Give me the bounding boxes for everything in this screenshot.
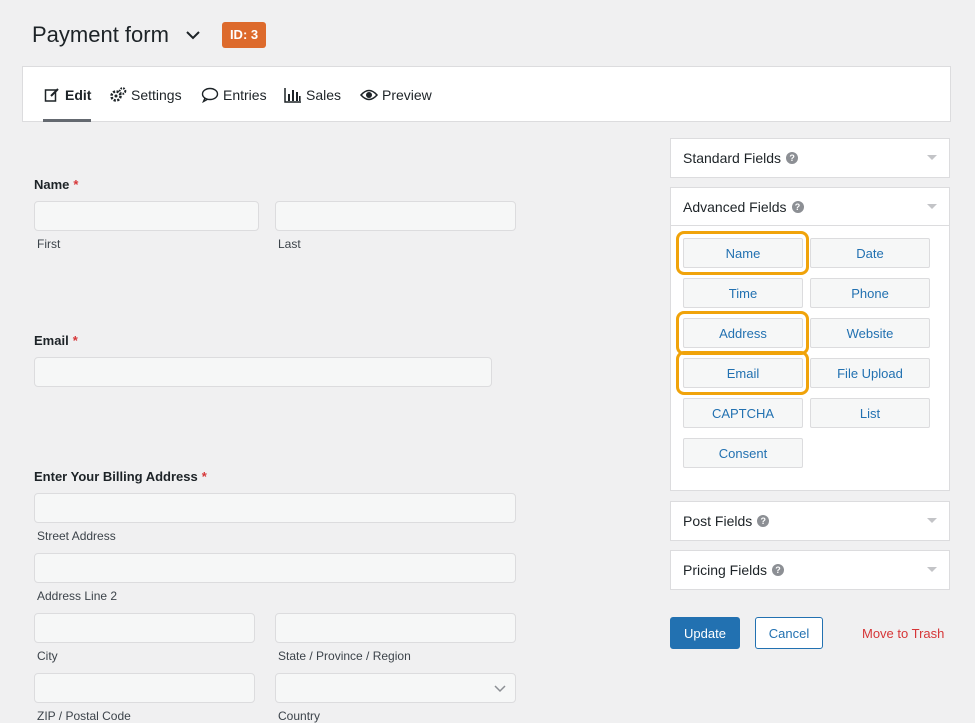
tab-sales-label: Sales [306,86,342,103]
last-sublabel: Last [278,237,301,251]
email-label-text: Email [34,333,69,348]
cancel-button[interactable]: Cancel [755,617,823,649]
zip-sublabel: ZIP / Postal Code [37,709,131,723]
title-row: Payment form ID: 3 [32,20,267,50]
move-to-trash-link[interactable]: Move to Trash [862,626,944,641]
email-field-label: Email * [34,333,78,348]
required-marker: * [72,333,78,348]
update-button[interactable]: Update [670,617,740,649]
help-icon[interactable]: ? [786,152,799,164]
tab-settings-label: Settings [131,86,182,103]
first-sublabel: First [37,237,61,251]
gear-icon [109,86,127,104]
comment-icon [201,86,219,104]
chevron-down-icon [493,681,507,695]
add-list-field-button[interactable]: List [810,398,930,428]
state-sublabel: State / Province / Region [278,649,411,663]
standard-fields-header[interactable]: Standard Fields ? [671,139,949,177]
help-icon[interactable]: ? [757,515,770,527]
pricing-fields-panel[interactable]: Pricing Fields ? [670,550,950,590]
line2-sublabel: Address Line 2 [37,589,118,603]
address-line2-input[interactable] [34,553,516,583]
required-marker: * [73,177,79,192]
pricing-fields-title: Pricing Fields [683,562,768,578]
city-sublabel: City [37,649,58,663]
add-consent-field-button[interactable]: Consent [683,438,803,468]
help-icon[interactable]: ? [791,200,804,213]
eye-icon [360,86,378,104]
post-fields-panel[interactable]: Post Fields ? [670,501,950,541]
email-input[interactable] [34,357,492,387]
address-field-label: Enter Your Billing Address * [34,469,207,484]
address-label-text: Enter Your Billing Address [34,469,198,484]
tab-edit[interactable]: Edit [43,67,92,122]
caret-down-icon [927,518,937,523]
required-marker: * [201,469,207,484]
name-field-label: Name * [34,177,78,192]
add-name-field-button[interactable]: Name [683,238,803,268]
state-input[interactable] [275,613,516,643]
standard-fields-title: Standard Fields [683,150,782,166]
tab-entries[interactable]: Entries [201,67,267,122]
standard-fields-panel[interactable]: Standard Fields ? [670,138,950,178]
tab-settings[interactable]: Settings [109,67,182,122]
form-tabs: Edit Settings Entries Sales Preview [22,66,951,122]
add-email-field-button[interactable]: Email [683,358,803,388]
add-time-field-button[interactable]: Time [683,278,803,308]
page-title: Payment form [32,22,169,47]
advanced-fields-title: Advanced Fields [683,198,787,215]
street-address-input[interactable] [34,493,516,523]
post-fields-title: Post Fields [683,513,753,529]
zip-input[interactable] [34,673,255,703]
tab-entries-label: Entries [223,86,267,103]
advanced-fields-header[interactable]: Advanced Fields ? [671,188,949,226]
tab-sales[interactable]: Sales [284,67,341,122]
last-name-input[interactable] [275,201,516,231]
caret-down-icon [927,204,937,209]
help-icon[interactable]: ? [772,564,785,576]
form-id-badge: ID: 3 [221,22,267,48]
tab-preview[interactable]: Preview [360,67,432,122]
tab-edit-label: Edit [65,86,92,103]
add-file-upload-field-button[interactable]: File Upload [810,358,930,388]
add-phone-field-button[interactable]: Phone [810,278,930,308]
name-label-text: Name [34,177,70,192]
street-sublabel: Street Address [37,529,116,543]
post-fields-header[interactable]: Post Fields ? [671,502,949,540]
chevron-down-icon[interactable] [185,27,201,43]
bar-chart-icon [284,86,302,104]
tab-preview-label: Preview [382,86,432,103]
country-sublabel: Country [278,709,321,723]
city-input[interactable] [34,613,255,643]
add-address-field-button[interactable]: Address [683,318,803,348]
add-captcha-field-button[interactable]: CAPTCHA [683,398,803,428]
caret-down-icon [927,567,937,572]
advanced-fields-panel: Advanced Fields ? Name Date Time Phone A… [670,187,950,491]
pricing-fields-header[interactable]: Pricing Fields ? [671,551,949,589]
add-website-field-button[interactable]: Website [810,318,930,348]
country-select[interactable] [275,673,516,703]
first-name-input[interactable] [34,201,259,231]
edit-icon [43,86,61,104]
add-date-field-button[interactable]: Date [810,238,930,268]
caret-down-icon [927,155,937,160]
